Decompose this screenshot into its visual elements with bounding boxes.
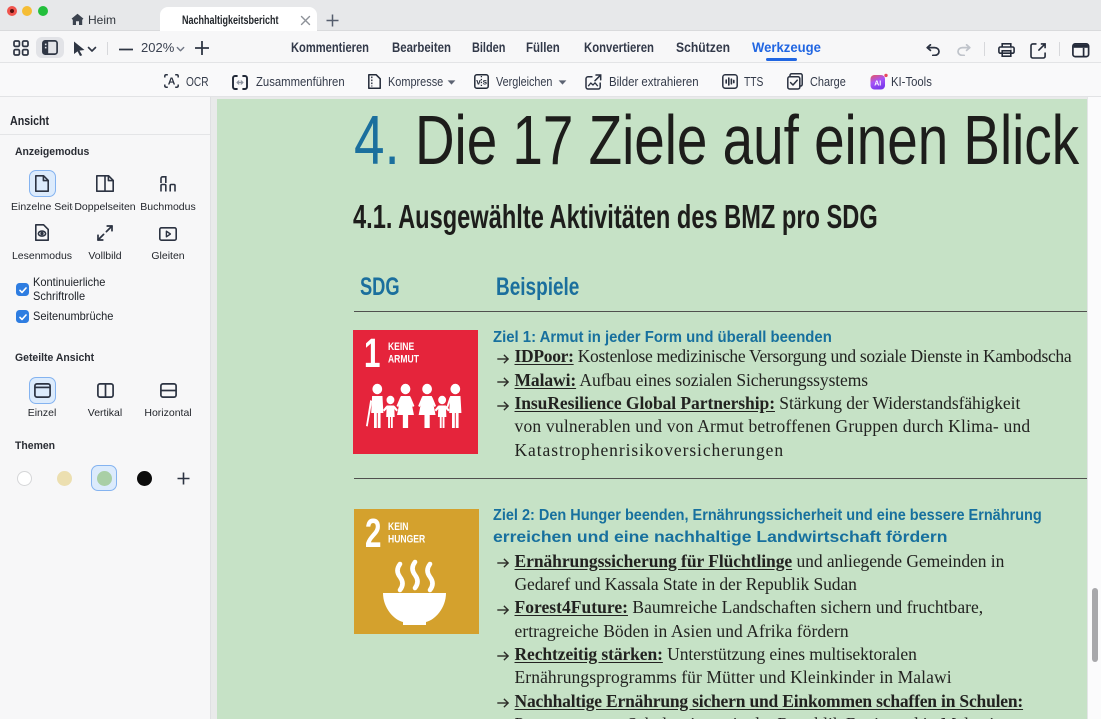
svg-text:1: 1 xyxy=(364,330,380,376)
svg-text:2: 2 xyxy=(365,510,381,556)
svg-text:HUNGER: HUNGER xyxy=(388,534,425,546)
svg-text:KEIN: KEIN xyxy=(388,521,408,533)
svg-text:v: v xyxy=(476,78,481,87)
svg-text:KEINE: KEINE xyxy=(388,341,415,353)
svg-text:ARMUT: ARMUT xyxy=(388,354,419,366)
svg-text:AI: AI xyxy=(874,81,881,88)
svg-text:s: s xyxy=(483,78,488,87)
svg-text:A: A xyxy=(168,76,176,88)
